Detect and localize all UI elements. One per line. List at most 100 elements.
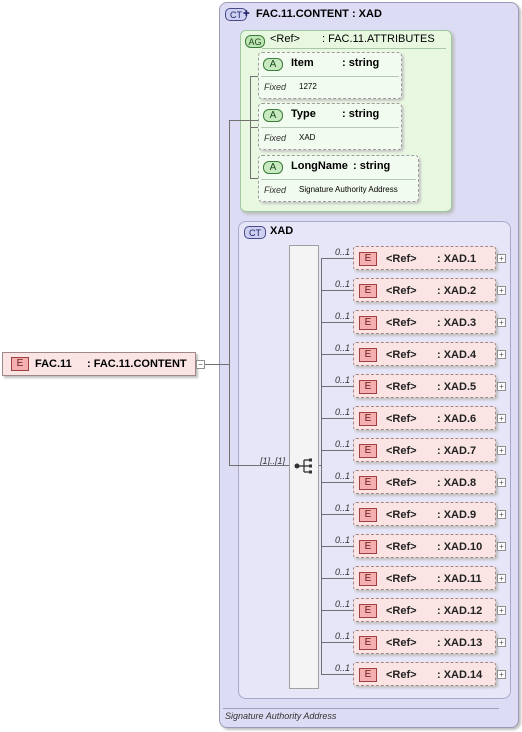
- element-badge: E: [359, 604, 377, 618]
- element-ref-xad-4[interactable]: E <Ref>: XAD.4: [353, 342, 496, 366]
- element-occurrence: 0..1: [335, 279, 351, 289]
- element-name: : XAD.12: [437, 605, 483, 617]
- element-ref-xad-9[interactable]: E <Ref>: XAD.9: [353, 502, 496, 526]
- sequence-icon: [294, 458, 312, 474]
- element-name: : XAD.5: [437, 381, 477, 393]
- element-name: : XAD.6: [437, 413, 477, 425]
- element-name: : XAD.3: [437, 317, 477, 329]
- expand-icon[interactable]: +: [497, 318, 506, 327]
- element-connector: [321, 578, 353, 579]
- expand-icon[interactable]: +: [497, 414, 506, 423]
- fixed-label: Fixed: [264, 82, 287, 92]
- expand-icon[interactable]: +: [497, 382, 506, 391]
- element-occurrence: 0..1: [335, 663, 351, 673]
- element-ref-xad-14[interactable]: E <Ref>: XAD.14: [353, 662, 496, 686]
- expand-icon[interactable]: +: [497, 574, 506, 583]
- element-name: : XAD.11: [437, 573, 482, 585]
- attribute-badge: A: [263, 58, 283, 71]
- element-ref-xad-2[interactable]: E <Ref>: XAD.2: [353, 278, 496, 302]
- element-ref-xad-3[interactable]: E <Ref>: XAD.3: [353, 310, 496, 334]
- expand-icon[interactable]: +: [497, 542, 506, 551]
- attribute-name: Item: [291, 57, 314, 69]
- main-connector-vertical: [229, 120, 230, 465]
- element-ref-label: <Ref>: [386, 253, 417, 265]
- expand-icon[interactable]: +: [497, 510, 506, 519]
- collapse-icon[interactable]: −: [196, 360, 205, 369]
- attribute-type[interactable]: A Type : string Fixed XAD: [258, 103, 402, 150]
- expand-icon[interactable]: +: [497, 350, 506, 359]
- element-ref-label: <Ref>: [386, 445, 417, 457]
- element-connector: [321, 290, 353, 291]
- element-ref-xad-11[interactable]: E <Ref>: XAD.11: [353, 566, 496, 590]
- element-badge: E: [359, 636, 377, 650]
- element-ref-xad-1[interactable]: E <Ref>: XAD.1: [353, 246, 496, 270]
- attr-connector-1: [250, 76, 258, 77]
- attribute-type: : string: [342, 108, 380, 120]
- attribute-name: Type: [291, 108, 316, 120]
- element-ref-label: <Ref>: [386, 573, 417, 585]
- fixed-value: XAD: [299, 133, 316, 142]
- element-connector: [321, 514, 353, 515]
- attribute-group-name: : FAC.11.ATTRIBUTES: [322, 33, 435, 45]
- element-name: : XAD.2: [437, 285, 477, 297]
- element-occurrence: 0..1: [335, 471, 351, 481]
- ag-connector: [229, 120, 258, 121]
- attribute-item[interactable]: A Item : string Fixed 1272: [258, 52, 402, 99]
- element-ref-label: <Ref>: [386, 605, 417, 617]
- element-ref-label: <Ref>: [386, 413, 417, 425]
- element-name: : XAD.7: [437, 445, 477, 457]
- element-ref-xad-12[interactable]: E <Ref> : XAD.12: [353, 598, 496, 622]
- attribute-type: : string: [342, 57, 380, 69]
- element-ref-xad-5[interactable]: E <Ref>: XAD.5: [353, 374, 496, 398]
- root-element-type: : FAC.11.CONTENT: [87, 358, 187, 370]
- element-connector: [321, 450, 353, 451]
- expand-icon[interactable]: +: [497, 478, 506, 487]
- element-ref-xad-8[interactable]: E <Ref>: XAD.8: [353, 470, 496, 494]
- expand-icon[interactable]: +: [497, 670, 506, 679]
- expand-icon[interactable]: +: [497, 254, 506, 263]
- element-occurrence: 0..1: [335, 407, 351, 417]
- element-connector: [321, 258, 353, 259]
- element-badge: E: [359, 540, 377, 554]
- element-ref-xad-13[interactable]: E <Ref>: XAD.13: [353, 630, 496, 654]
- attr-connector-2: [250, 127, 258, 128]
- element-occurrence: 0..1: [335, 503, 351, 513]
- element-occurrence: 0..1: [335, 439, 351, 449]
- element-occurrence: 0..1: [335, 567, 351, 577]
- attribute-divider: [261, 127, 399, 128]
- element-occurrence: 0..1: [335, 311, 351, 321]
- elements-connector-vertical: [321, 258, 322, 674]
- expand-icon[interactable]: +: [497, 606, 506, 615]
- expand-icon[interactable]: +: [497, 286, 506, 295]
- attribute-badge: A: [263, 161, 283, 174]
- element-connector: [321, 610, 353, 611]
- expand-icon[interactable]: +: [497, 638, 506, 647]
- element-name: : XAD.14: [437, 669, 483, 681]
- sequence-connector: [229, 465, 289, 466]
- expand-icon[interactable]: +: [497, 446, 506, 455]
- element-name: : XAD.4: [437, 349, 477, 361]
- base-type-name: XAD: [270, 225, 294, 237]
- element-badge: E: [359, 380, 377, 394]
- element-ref-label: <Ref>: [386, 349, 417, 361]
- attribute-group-ref: <Ref>: [270, 33, 300, 45]
- element-ref-xad-6[interactable]: E <Ref> : XAD.6: [353, 406, 496, 430]
- fixed-label: Fixed: [264, 133, 287, 143]
- element-ref-label: <Ref>: [386, 477, 417, 489]
- root-element-name: FAC.11: [35, 358, 72, 370]
- element-occurrence: 0..1: [335, 343, 351, 353]
- element-ref-xad-10[interactable]: E <Ref>: XAD.10: [353, 534, 496, 558]
- element-connector: [321, 674, 353, 675]
- element-ref-xad-7[interactable]: E <Ref>: XAD.7: [353, 438, 496, 462]
- attribute-longname[interactable]: A LongName : string Fixed Signature Auth…: [258, 155, 419, 202]
- element-badge: E: [359, 476, 377, 490]
- root-element[interactable]: E FAC.11 : FAC.11.CONTENT: [2, 352, 196, 376]
- fixed-value: Signature Authority Address: [299, 185, 398, 194]
- attribute-divider: [261, 76, 399, 77]
- element-connector: [321, 482, 353, 483]
- element-occurrence: 0..1: [335, 599, 351, 609]
- complex-type-extension-icon: ✚: [243, 9, 250, 18]
- element-badge: E: [359, 412, 377, 426]
- element-ref-label: <Ref>: [386, 637, 417, 649]
- element-name: : XAD.10: [437, 541, 483, 553]
